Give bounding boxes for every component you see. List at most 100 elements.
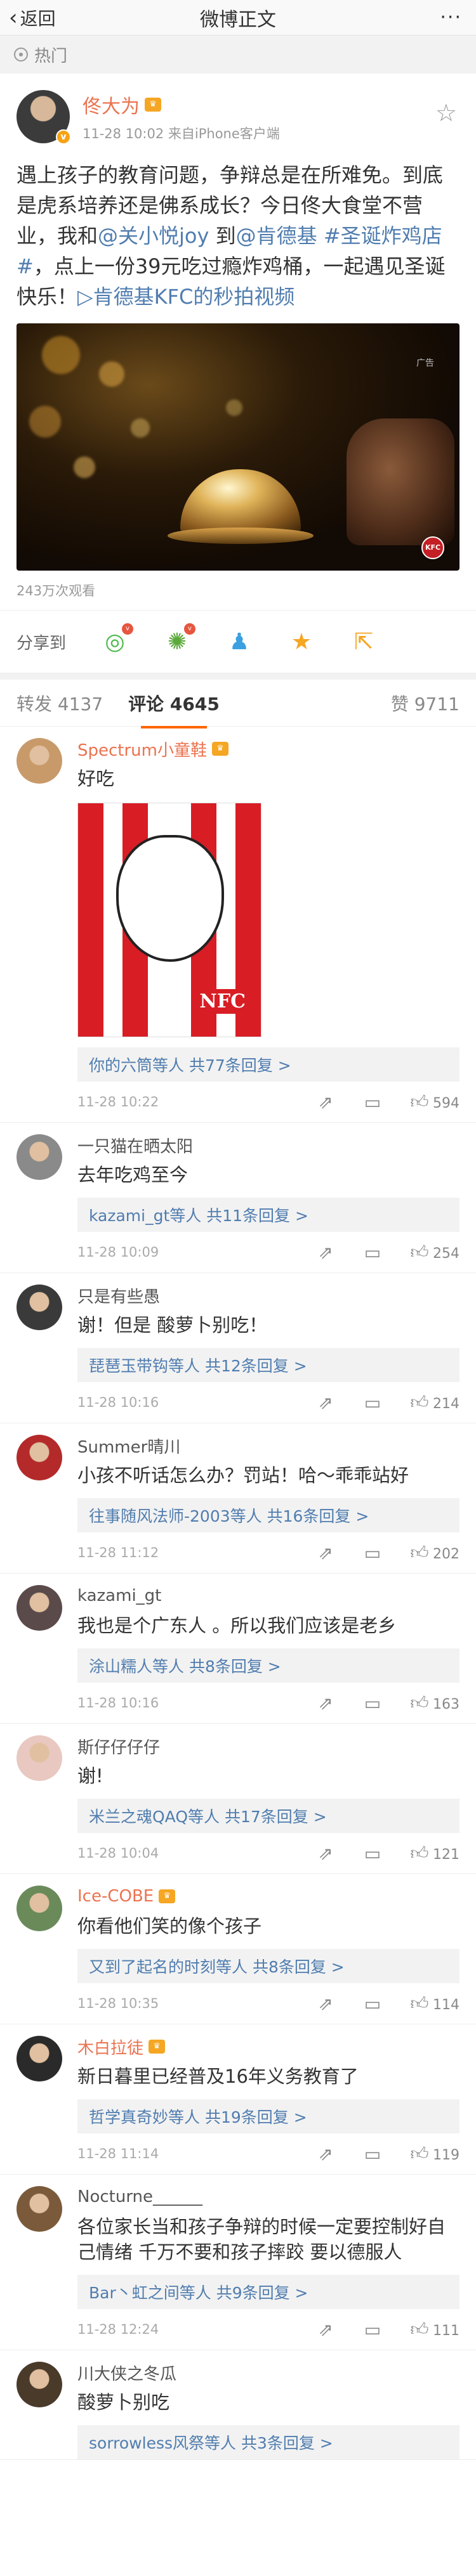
reply-summary[interactable]: 又到了起名的时刻等人 共8条回复 > — [77, 1949, 459, 1983]
like-button[interactable]: 👍︎ 121 — [410, 1842, 459, 1864]
video-player[interactable]: 广告 KFC — [17, 323, 459, 571]
like-count: 163 — [433, 1697, 459, 1712]
reply-summary[interactable]: 哲学真奇妙等人 共19条回复 > — [77, 2099, 459, 2133]
repost-icon[interactable]: ⇗ — [316, 1693, 335, 1714]
favorite-icon[interactable]: ★ — [286, 626, 317, 657]
post-text: 遇上孩子的教育问题，争辩总是在所难免。到底是虎系培养还是佛系成长？今日佟大食堂不… — [17, 160, 459, 312]
commenter-avatar[interactable] — [17, 1134, 62, 1180]
back-button[interactable]: ‹ 返回 — [9, 0, 56, 36]
reply-summary[interactable]: 米兰之魂QAQ等人 共17条回复 > — [77, 1799, 459, 1833]
share-label: 分享到 — [17, 633, 67, 653]
reply-summary[interactable]: 你的六筒等人 共77条回复 > — [77, 1047, 459, 1082]
comment-footer: 11-28 10:22 ⇗ ▭ 👍︎ 594 — [77, 1082, 459, 1122]
commenter-name-row: 斯仔仔仔仔 — [77, 1735, 459, 1757]
reply-summary[interactable]: 涂山糯人等人 共8条回复 > — [77, 1648, 459, 1683]
comment-icon[interactable]: ▭ — [363, 1392, 382, 1413]
like-button[interactable]: 👍︎ 111 — [410, 2319, 459, 2340]
commenter-name[interactable]: Spectrum小童鞋 — [77, 737, 207, 761]
like-button[interactable]: 👍︎ 163 — [410, 1692, 459, 1714]
hot-label: 热门 — [34, 46, 68, 66]
like-button[interactable]: 👍︎ 594 — [410, 1091, 459, 1113]
hot-bar[interactable]: 热门 — [0, 36, 476, 74]
commenter-name[interactable]: 斯仔仔仔仔 — [77, 1735, 160, 1758]
tab-repost[interactable]: 转发 4137 — [17, 690, 103, 716]
repost-icon[interactable]: ⇗ — [316, 1242, 335, 1263]
repost-icon[interactable]: ⇗ — [316, 1993, 335, 2014]
bokeh-light — [226, 399, 242, 416]
bokeh-light — [29, 406, 61, 437]
reply-summary[interactable]: 往事随风法师-2003等人 共16条回复 > — [77, 1498, 459, 1532]
comment-image[interactable]: NFC — [77, 803, 261, 1037]
repost-icon[interactable]: ⇗ — [316, 2319, 335, 2340]
comment-item: 木白拉徒 ♛ 新日暮里已经普及16年义务教育了 哲学真奇妙等人 共19条回复 >… — [0, 2024, 476, 2175]
repost-icon[interactable]: ⇗ — [316, 2144, 335, 2165]
comment-footer: 11-28 10:35 ⇗ ▭ 👍︎ 114 — [77, 1983, 459, 2024]
post-text-segment: 到 — [209, 224, 236, 248]
commenter-avatar[interactable] — [17, 2036, 62, 2081]
reply-summary[interactable]: 琵琶玉带钩等人 共12条回复 > — [77, 1348, 459, 1382]
comment-text: 你看他们笑的像个孩子 — [77, 1915, 262, 1937]
like-button[interactable]: 👍︎ 202 — [410, 1542, 459, 1563]
comment-item: Spectrum小童鞋 ♛ 好吃 NFC 你的六筒等人 共77条回复 > 11-… — [0, 727, 476, 1123]
like-count: 214 — [433, 1396, 459, 1412]
commenter-name[interactable]: 一只猫在晒太阳 — [77, 1134, 193, 1157]
like-button[interactable]: 👍︎ 119 — [410, 2143, 459, 2165]
thumb-up-icon: 👍︎ — [410, 1241, 429, 1262]
commenter-name[interactable]: kazami_gt — [77, 1586, 161, 1605]
qq-icon[interactable]: ♟ — [223, 626, 255, 657]
comment-text: 各位家长当和孩子争辩的时候一定要控制好自己情绪 千万不要和孩子摔跤 要以德服人 — [77, 2216, 446, 2263]
comment-text: 我也是个广东人 。所以我们应该是老乡 — [77, 1615, 397, 1636]
moments-icon[interactable]: ✺ v — [161, 623, 195, 657]
like-count: 114 — [433, 1997, 459, 2013]
commenter-name[interactable]: Ice-COBE — [77, 1887, 154, 1906]
post-link[interactable]: ▷肯德基KFC的秒拍视频 — [77, 285, 294, 309]
share-out-icon[interactable]: ⇱ — [348, 626, 380, 657]
more-icon[interactable]: ··· — [440, 6, 462, 29]
commenter-avatar[interactable] — [17, 1435, 62, 1480]
chevron-left-icon: ‹ — [9, 5, 18, 30]
comment-icon[interactable]: ▭ — [363, 1242, 382, 1263]
comment-icon[interactable]: ▭ — [363, 1693, 382, 1714]
like-button[interactable]: 👍︎ 254 — [410, 1241, 459, 1263]
commenter-avatar[interactable] — [17, 1735, 62, 1781]
comment-icon[interactable]: ▭ — [363, 2319, 382, 2340]
commenter-avatar[interactable] — [17, 738, 62, 784]
reply-summary[interactable]: Bar丶虹之间等人 共9条回复 > — [77, 2275, 459, 2309]
comment-icon[interactable]: ▭ — [363, 1543, 382, 1563]
repost-icon[interactable]: ⇗ — [316, 1843, 335, 1864]
comment-icon[interactable]: ▭ — [363, 1843, 382, 1864]
commenter-name[interactable]: 只是有些愚 — [77, 1284, 160, 1307]
author-avatar[interactable]: v — [17, 90, 71, 145]
commenter-avatar[interactable] — [17, 2186, 62, 2232]
commenter-name-row: Spectrum小童鞋 ♛ — [77, 738, 459, 760]
commenter-avatar[interactable] — [17, 1285, 62, 1330]
commenter-avatar[interactable] — [17, 2362, 62, 2407]
commenter-name[interactable]: 木白拉徒 — [77, 2035, 143, 2059]
commenter-name[interactable]: Nocturne______ — [77, 2187, 202, 2206]
like-button[interactable]: 👍︎ 114 — [410, 1993, 459, 2014]
like-button[interactable]: 👍︎ 214 — [410, 1392, 459, 1413]
tab-likes[interactable]: 赞 9711 — [391, 690, 459, 716]
repost-icon[interactable]: ⇗ — [316, 1543, 335, 1563]
favorite-star-icon[interactable]: ☆ — [435, 99, 457, 127]
post-link[interactable]: @肯德基 — [236, 224, 317, 248]
commenter-name[interactable]: 川大侠之冬瓜 — [77, 2361, 176, 2385]
wechat-icon[interactable]: ◎ v — [99, 623, 133, 657]
reply-summary[interactable]: kazami_gt等人 共11条回复 > — [77, 1198, 459, 1232]
service-bell-base — [168, 527, 314, 544]
comment-icon[interactable]: ▭ — [363, 1092, 382, 1113]
commenter-avatar[interactable] — [17, 1886, 62, 1931]
tab-comment[interactable]: 评论 4645 — [128, 690, 220, 728]
commenter-avatar[interactable] — [17, 1585, 62, 1631]
comment-text: 去年吃鸡至今 — [77, 1164, 188, 1186]
view-count: 243万次观看 — [17, 583, 96, 599]
repost-icon[interactable]: ⇗ — [316, 1092, 335, 1113]
comment-icon[interactable]: ▭ — [363, 1993, 382, 2014]
repost-icon[interactable]: ⇗ — [316, 1392, 335, 1413]
reply-summary[interactable]: sorrowless风祭等人 共3条回复 > — [77, 2425, 459, 2459]
post-meta: 11-28 10:02 来自iPhone客户端 — [83, 126, 280, 141]
comment-icon[interactable]: ▭ — [363, 2144, 382, 2165]
commenter-name[interactable]: Summer晴川 — [77, 1434, 180, 1458]
author-name[interactable]: 佟大为 — [83, 91, 140, 119]
post-link[interactable]: @关小悦joy — [98, 224, 209, 248]
